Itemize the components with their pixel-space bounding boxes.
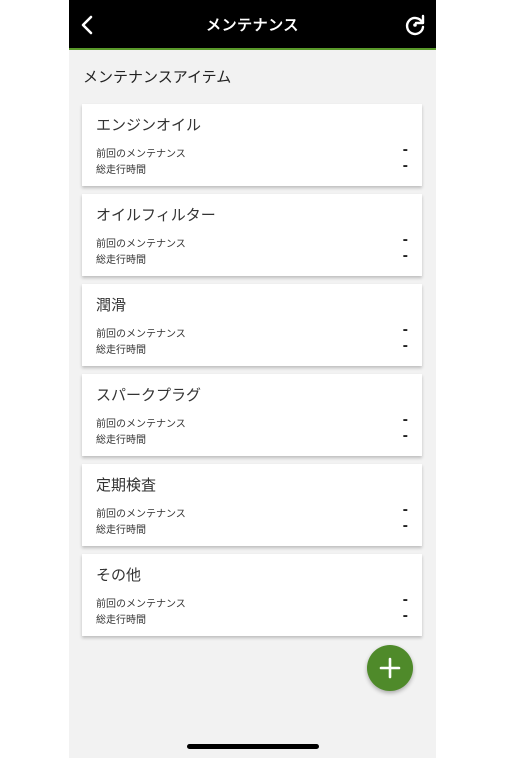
page-title: メンテナンス bbox=[206, 16, 299, 34]
last-maintenance-row: 前回のメンテナンス - bbox=[96, 323, 408, 340]
row-value: - bbox=[402, 609, 408, 624]
card-title: 定期検査 bbox=[96, 476, 157, 494]
row-label: 前回のメンテナンス bbox=[96, 329, 186, 340]
maintenance-card[interactable]: スパークプラグ 前回のメンテナンス - 総走行時間 - bbox=[82, 374, 422, 456]
row-label: 総走行時間 bbox=[96, 345, 146, 356]
section-title: メンテナンスアイテム bbox=[83, 68, 232, 86]
row-label: 前回のメンテナンス bbox=[96, 419, 186, 430]
last-maintenance-row: 前回のメンテナンス - bbox=[96, 413, 408, 430]
refresh-button[interactable] bbox=[402, 12, 428, 38]
maintenance-card[interactable]: オイルフィルター 前回のメンテナンス - 総走行時間 - bbox=[82, 194, 422, 276]
home-indicator bbox=[187, 744, 319, 749]
row-value: - bbox=[402, 143, 408, 158]
row-label: 総走行時間 bbox=[96, 165, 146, 176]
card-title: オイルフィルター bbox=[96, 206, 216, 224]
row-value: - bbox=[402, 519, 408, 534]
row-label: 前回のメンテナンス bbox=[96, 149, 186, 160]
row-label: 前回のメンテナンス bbox=[96, 509, 186, 520]
maintenance-list: エンジンオイル 前回のメンテナンス - 総走行時間 - オイルフィルター 前回の… bbox=[82, 104, 422, 644]
row-value: - bbox=[402, 159, 408, 174]
row-value: - bbox=[402, 593, 408, 608]
row-value: - bbox=[402, 233, 408, 248]
total-hours-row: 総走行時間 - bbox=[96, 339, 408, 356]
card-title: エンジンオイル bbox=[96, 116, 202, 134]
last-maintenance-row: 前回のメンテナンス - bbox=[96, 503, 408, 520]
row-label: 総走行時間 bbox=[96, 435, 146, 446]
last-maintenance-row: 前回のメンテナンス - bbox=[96, 143, 408, 160]
row-label: 総走行時間 bbox=[96, 525, 146, 536]
chevron-left-icon bbox=[81, 15, 93, 35]
maintenance-card[interactable]: 定期検査 前回のメンテナンス - 総走行時間 - bbox=[82, 464, 422, 546]
row-value: - bbox=[402, 413, 408, 428]
last-maintenance-row: 前回のメンテナンス - bbox=[96, 593, 408, 610]
top-bar: メンテナンス bbox=[69, 0, 436, 50]
card-title: その他 bbox=[96, 566, 142, 584]
total-hours-row: 総走行時間 - bbox=[96, 429, 408, 446]
row-value: - bbox=[402, 503, 408, 518]
total-hours-row: 総走行時間 - bbox=[96, 249, 408, 266]
add-item-button[interactable] bbox=[367, 645, 413, 691]
maintenance-card[interactable]: エンジンオイル 前回のメンテナンス - 総走行時間 - bbox=[82, 104, 422, 186]
total-hours-row: 総走行時間 - bbox=[96, 519, 408, 536]
last-maintenance-row: 前回のメンテナンス - bbox=[96, 233, 408, 250]
row-label: 前回のメンテナンス bbox=[96, 239, 186, 250]
row-label: 前回のメンテナンス bbox=[96, 599, 186, 610]
row-value: - bbox=[402, 249, 408, 264]
back-button[interactable] bbox=[75, 12, 101, 38]
row-value: - bbox=[402, 339, 408, 354]
maintenance-card[interactable]: 潤滑 前回のメンテナンス - 総走行時間 - bbox=[82, 284, 422, 366]
card-title: スパークプラグ bbox=[96, 386, 202, 404]
row-label: 総走行時間 bbox=[96, 615, 146, 626]
row-value: - bbox=[402, 323, 408, 338]
card-title: 潤滑 bbox=[96, 296, 127, 314]
refresh-icon bbox=[405, 14, 425, 36]
row-value: - bbox=[402, 429, 408, 444]
app-screen: メンテナンス メンテナンスアイテム エンジンオイル 前回のメンテナンス - 総走… bbox=[69, 0, 436, 758]
total-hours-row: 総走行時間 - bbox=[96, 159, 408, 176]
plus-icon bbox=[379, 657, 401, 679]
total-hours-row: 総走行時間 - bbox=[96, 609, 408, 626]
maintenance-card[interactable]: その他 前回のメンテナンス - 総走行時間 - bbox=[82, 554, 422, 636]
row-label: 総走行時間 bbox=[96, 255, 146, 266]
